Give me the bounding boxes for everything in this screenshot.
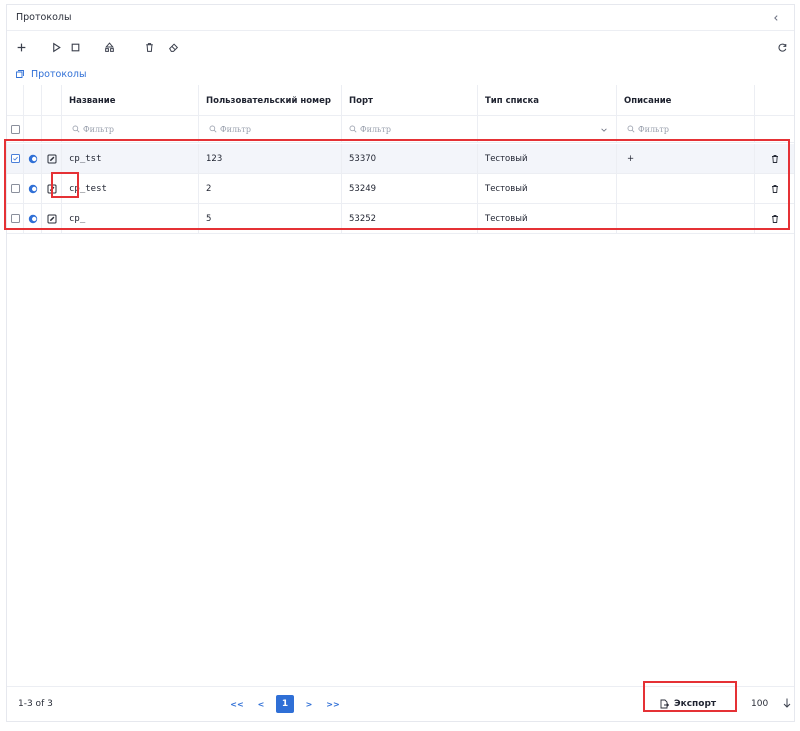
toggle-icon[interactable] xyxy=(28,154,38,164)
toolbar xyxy=(7,32,794,62)
row-checkbox[interactable] xyxy=(11,214,20,223)
breadcrumb[interactable]: Протоколы xyxy=(15,66,86,82)
current-page-button[interactable]: 1 xyxy=(276,695,294,713)
user-number-filter-input[interactable]: Фильтр xyxy=(199,116,342,142)
column-header-description[interactable]: Описание xyxy=(617,85,755,115)
refresh-icon[interactable] xyxy=(776,41,788,53)
cell-name: cp_test xyxy=(62,174,199,203)
export-button[interactable]: Экспорт xyxy=(659,695,716,713)
panel-title: Протоколы xyxy=(16,12,72,23)
cell-name: cp_ xyxy=(62,204,199,233)
toggle-icon[interactable] xyxy=(28,214,38,224)
play-icon[interactable] xyxy=(50,41,62,53)
export-icon xyxy=(660,699,669,709)
column-header-name[interactable]: Название xyxy=(62,85,199,115)
stop-icon[interactable] xyxy=(69,41,81,53)
breadcrumb-label: Протоколы xyxy=(31,68,87,80)
arrow-down-icon[interactable] xyxy=(782,697,792,709)
toggle-icon[interactable] xyxy=(28,184,38,194)
table-footer: 1-3 of 3 << < 1 > >> Экспорт 100 xyxy=(7,686,794,722)
edit-icon[interactable] xyxy=(47,154,57,164)
description-filter-input[interactable]: Фильтр xyxy=(617,116,755,142)
hierarchy-icon[interactable] xyxy=(103,41,115,53)
cell-list-type: Тестовый xyxy=(478,204,617,233)
search-icon xyxy=(349,125,357,133)
search-icon xyxy=(627,125,635,133)
list-type-filter-select[interactable] xyxy=(478,116,617,142)
protocols-panel: Протоколы Протоколы Название Пользовател… xyxy=(6,4,795,722)
search-icon xyxy=(209,125,217,133)
cell-port: 53252 xyxy=(342,204,478,233)
row-checkbox[interactable] xyxy=(11,184,20,193)
cell-port: 53370 xyxy=(342,144,478,173)
cell-port: 53249 xyxy=(342,174,478,203)
table-header-row: Название Пользовательский номер Порт Тип… xyxy=(7,85,794,116)
select-all-checkbox[interactable] xyxy=(11,124,20,134)
cell-user-number: 123 xyxy=(199,144,342,173)
column-header-list-type[interactable]: Тип списка xyxy=(478,85,617,115)
table-row[interactable]: cp_ 5 53252 Тестовый xyxy=(7,204,794,234)
trash-icon[interactable] xyxy=(143,41,155,53)
cell-list-type: Тестовый xyxy=(478,174,617,203)
collapse-icon[interactable] xyxy=(770,12,782,24)
filter-row: Фильтр Фильтр Фильтр Фильтр xyxy=(7,116,794,143)
row-checkbox[interactable] xyxy=(11,154,20,163)
add-icon[interactable] xyxy=(15,41,27,53)
column-header-port[interactable]: Порт xyxy=(342,85,478,115)
pagination: << < 1 > >> xyxy=(228,695,348,713)
next-page-button[interactable]: > xyxy=(300,695,318,713)
delete-row-icon[interactable] xyxy=(770,184,780,194)
cell-name: cp_tst xyxy=(62,144,199,173)
page-size-select[interactable]: 100 xyxy=(751,699,768,709)
name-filter-input[interactable]: Фильтр xyxy=(62,116,199,142)
last-page-button[interactable]: >> xyxy=(324,695,342,713)
edit-icon[interactable] xyxy=(47,184,57,194)
chevron-down-icon xyxy=(601,128,607,132)
cell-description xyxy=(617,204,755,233)
table-row[interactable]: cp_test 2 53249 Тестовый xyxy=(7,174,794,204)
cell-user-number: 2 xyxy=(199,174,342,203)
prev-page-button[interactable]: < xyxy=(252,695,270,713)
cell-list-type: Тестовый xyxy=(478,144,617,173)
panel-header: Протоколы xyxy=(7,5,794,31)
row-range: 1-3 of 3 xyxy=(18,699,53,709)
copy-icon xyxy=(16,70,24,78)
cell-user-number: 5 xyxy=(199,204,342,233)
table-row[interactable]: cp_tst 123 53370 Тестовый + xyxy=(7,144,794,174)
export-label: Экспорт xyxy=(674,699,717,709)
cell-description xyxy=(617,174,755,203)
port-filter-input[interactable]: Фильтр xyxy=(342,116,478,142)
eraser-icon[interactable] xyxy=(167,41,179,53)
edit-icon[interactable] xyxy=(47,214,57,224)
cell-description: + xyxy=(617,144,755,173)
delete-row-icon[interactable] xyxy=(770,154,780,164)
column-header-user-number[interactable]: Пользовательский номер xyxy=(199,85,342,115)
first-page-button[interactable]: << xyxy=(228,695,246,713)
delete-row-icon[interactable] xyxy=(770,214,780,224)
search-icon xyxy=(72,125,80,133)
